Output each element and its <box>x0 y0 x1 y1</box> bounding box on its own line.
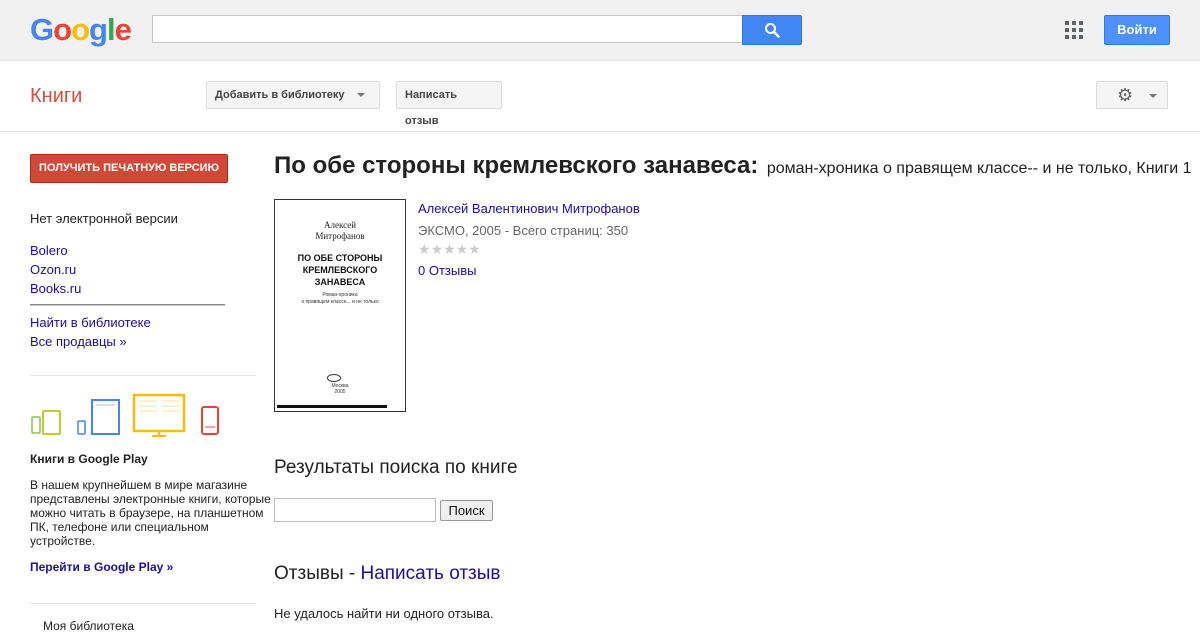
reviews-heading-text: Отзывы - <box>274 563 361 584</box>
author-link[interactable]: Алексей Валентинович Митрофанов <box>418 201 640 216</box>
cover-author-line: Митрофанов <box>315 231 365 241</box>
search-in-book-input[interactable] <box>274 498 436 522</box>
buy-print-button[interactable]: ПОЛУЧИТЬ ПЕЧАТНУЮ ВЕРСИЮ <box>30 154 228 183</box>
no-reviews-text: Не удалось найти ни одного отзыва. <box>274 606 494 621</box>
all-sellers-link[interactable]: Все продавцы » <box>30 334 127 349</box>
chevron-down-icon <box>357 93 365 97</box>
find-in-library-link[interactable]: Найти в библиотеке <box>30 315 151 330</box>
search-input[interactable] <box>152 15 742 43</box>
publisher-info: ЭКСМО, 2005 - Всего страниц: 350 <box>418 223 629 238</box>
write-review-button[interactable]: Написать отзыв <box>396 81 502 127</box>
gear-icon: ⚙ <box>1117 85 1134 105</box>
cover-pub-year: 2005 <box>334 389 346 395</box>
add-to-library-button[interactable]: Добавить в библиотеку <box>206 81 380 109</box>
top-bar: Google Войти <box>0 0 1200 61</box>
divider <box>30 304 225 306</box>
publisher-logo-icon <box>327 374 341 382</box>
star-icon: ★ <box>443 241 456 257</box>
cover-title: ПО ОБЕ СТОРОНЫ КРЕМЛЕВСКОГО ЗАНАВЕСА <box>275 252 405 288</box>
google-logo[interactable]: Google <box>30 12 132 48</box>
book-cover[interactable]: Алексей Митрофанов ПО ОБЕ СТОРОНЫ КРЕМЛЕ… <box>274 199 406 412</box>
star-icon: ★ <box>430 241 444 257</box>
star-icon: ★ <box>455 241 469 257</box>
cover-title-line: ПО ОБЕ СТОРОНЫ <box>297 253 383 263</box>
no-ebook-text: Нет электронной версии <box>30 211 178 226</box>
chevron-down-icon <box>1149 94 1157 98</box>
reviews-count-link[interactable]: 0 Отзывы <box>418 263 476 278</box>
star-icon: ★ <box>418 241 431 257</box>
seller-link-bolero[interactable]: Bolero <box>30 243 68 258</box>
seller-link-books[interactable]: Books.ru <box>30 281 81 296</box>
book-subtitle: роман-хроника о правящем классе-- и не т… <box>766 160 1192 177</box>
cover-subtitle-line: Роман-хроника <box>322 292 358 298</box>
write-review-link[interactable]: Написать отзыв <box>360 563 500 584</box>
book-title-block: По обе стороны кремлевского занавеса: ро… <box>274 152 1192 180</box>
cover-subtitle: Роман-хроника о правящем классе... и не … <box>275 292 405 306</box>
book-title: По обе стороны кремлевского занавеса: <box>274 152 759 179</box>
cover-title-line: КРЕМЛЕВСКОГО <box>302 265 378 275</box>
rating-stars: ★★★★★ <box>418 241 481 257</box>
books-toolbar: Книги Добавить в библиотеку Написать отз… <box>0 61 1200 132</box>
divider <box>30 375 256 376</box>
cover-publisher: Москва 2005 <box>275 383 405 395</box>
devices-illustration <box>31 393 219 437</box>
divider <box>30 603 256 604</box>
search-in-book-heading: Результаты поиска по книге <box>274 457 518 478</box>
search-icon <box>765 23 780 38</box>
play-title: Книги в Google Play <box>30 452 148 466</box>
login-button[interactable]: Войти <box>1104 15 1170 45</box>
cover-subtitle-line: о правящем классе... и не только <box>301 299 379 305</box>
apps-grid-icon[interactable] <box>1065 21 1083 39</box>
search-button[interactable] <box>742 15 802 45</box>
section-title[interactable]: Книги <box>30 85 82 108</box>
star-icon: ★ <box>468 241 481 257</box>
search-in-book-button[interactable]: Поиск <box>440 500 493 521</box>
go-to-play-link[interactable]: Перейти в Google Play » <box>30 560 173 574</box>
my-library-link[interactable]: Моя библиотека <box>43 619 134 633</box>
add-to-library-label: Добавить в библиотеку <box>215 89 345 101</box>
settings-button[interactable]: ⚙ <box>1096 81 1168 109</box>
cover-bottom-bar <box>277 405 387 408</box>
cover-author-line: Алексей <box>323 220 357 230</box>
play-description: В нашем крупнейшем в мире магазине предс… <box>30 478 271 548</box>
cover-title-line: ЗАНАВЕСА <box>314 277 366 287</box>
reviews-heading: Отзывы - Написать отзыв <box>274 563 501 585</box>
cover-author: Алексей Митрофанов <box>275 220 405 242</box>
seller-link-ozon[interactable]: Ozon.ru <box>30 262 76 277</box>
